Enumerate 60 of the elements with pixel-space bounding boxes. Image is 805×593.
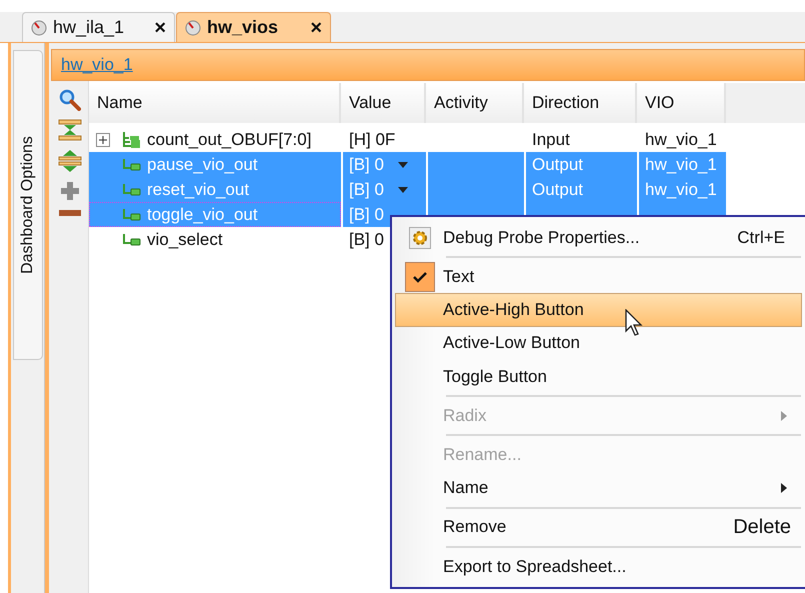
probe-value: [B] 0: [349, 228, 384, 251]
submenu-arrow-icon: [781, 410, 787, 421]
signal-icon: [121, 208, 141, 222]
editor-tab[interactable]: hw_vios ×: [176, 12, 331, 42]
gear-icon: [408, 226, 430, 249]
collapse-all-icon[interactable]: [58, 119, 82, 141]
vio-cell-text: hw_vio_1: [645, 128, 717, 151]
menu-item[interactable]: Debug Probe Properties... Ctrl+E: [395, 221, 802, 260]
signal-icon: [121, 158, 141, 172]
menu-item[interactable]: Active-Low Button: [395, 326, 802, 360]
vio-cell-text: hw_vio_1: [645, 154, 717, 176]
tab-label: hw_vios: [207, 16, 280, 39]
dashboard-options-tab[interactable]: Dashboard Options: [13, 50, 43, 360]
gauge-icon: [185, 20, 201, 36]
signal-name: toggle_vio_out: [146, 204, 258, 226]
direction-cell-text: Output: [532, 178, 584, 201]
menu-item[interactable]: Remove Delete: [395, 510, 802, 550]
dropdown-arrow-icon[interactable]: [398, 186, 408, 192]
shortcut-label: Delete: [733, 515, 791, 540]
table-row-name[interactable]: vio_select: [89, 227, 341, 252]
dropdown-arrow-icon[interactable]: [398, 162, 408, 168]
signal-name: vio_select: [146, 228, 223, 251]
menu-item[interactable]: Active-High Button: [395, 293, 802, 327]
menu-item[interactable]: Toggle Button: [395, 360, 802, 400]
signal-name: pause_vio_out: [146, 154, 258, 176]
editor-tab[interactable]: hw_ila_1 ×: [22, 12, 175, 42]
direction-cell-text: Input: [532, 128, 570, 151]
signal-name: count_out_OBUF[7:0]: [146, 128, 312, 151]
add-icon[interactable]: [60, 181, 80, 201]
close-button[interactable]: ×: [310, 12, 322, 42]
expand-all-icon[interactable]: [58, 149, 82, 173]
close-button[interactable]: ×: [154, 12, 166, 42]
probe-value: [B] 0: [349, 178, 384, 201]
expand-toggle-icon[interactable]: [96, 132, 110, 146]
mouse-pointer-icon: [625, 309, 643, 337]
column-header[interactable]: Direction: [524, 83, 637, 123]
column-header[interactable]: VIO: [637, 83, 726, 123]
column-header[interactable]: Activity: [426, 83, 524, 123]
remove-icon[interactable]: [58, 209, 80, 217]
probe-value: [B] 0: [349, 204, 384, 226]
signal-icon: [121, 232, 141, 246]
column-header[interactable]: Value: [341, 83, 426, 123]
signal-icon: [121, 182, 141, 196]
column-header[interactable]: Name: [89, 83, 341, 123]
search-icon[interactable]: [58, 89, 80, 111]
probe-value: [H] 0F: [349, 128, 396, 151]
side-tab-label: Dashboard Options: [18, 136, 37, 274]
direction-cell-text: Output: [532, 154, 584, 176]
menu-item[interactable]: Name: [395, 471, 802, 511]
submenu-arrow-icon: [781, 483, 787, 494]
menu-item[interactable]: Export to Spreadsheet...: [395, 550, 802, 584]
shortcut-label: Ctrl+E: [737, 226, 785, 249]
gauge-icon: [31, 20, 47, 36]
table-row-name[interactable]: count_out_OBUF[7:0]: [89, 127, 341, 152]
bus-icon: [121, 130, 141, 148]
tab-label: hw_ila_1: [53, 16, 126, 39]
vio-cell-text: hw_vio_1: [645, 178, 717, 201]
menu-item[interactable]: Text: [395, 260, 802, 294]
probe-value: [B] 0: [349, 154, 384, 176]
signal-name: reset_vio_out: [146, 178, 250, 201]
